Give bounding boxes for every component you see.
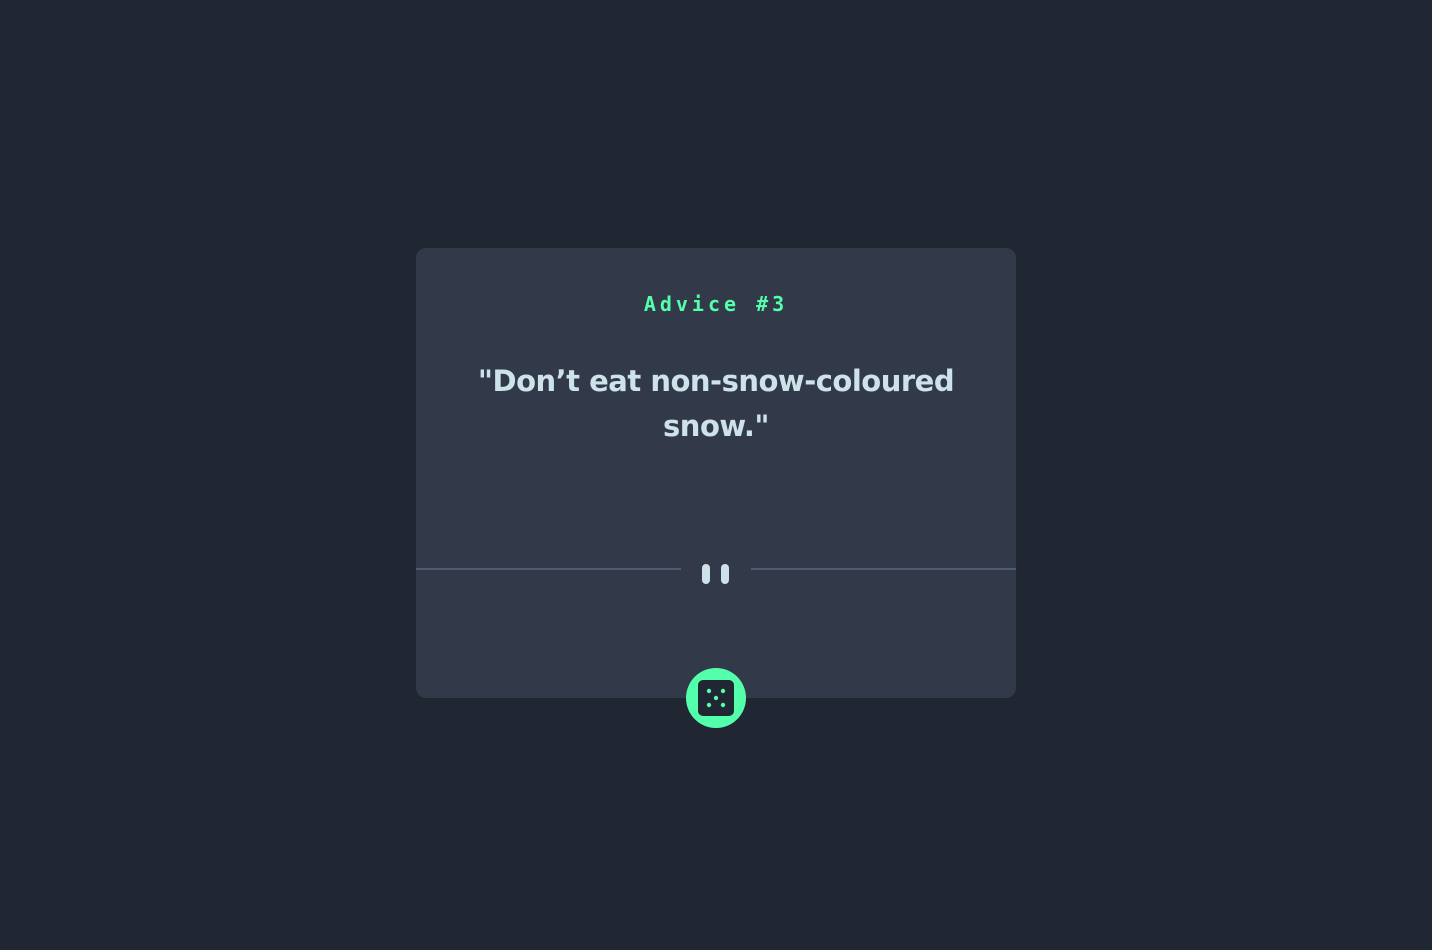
advice-quote: "Don’t eat non-snow-coloured snow." [477,364,955,443]
dice-icon [698,680,734,716]
advice-id-label: Advice #3 [643,292,789,316]
generate-advice-button[interactable] [686,668,746,728]
advice-card: Advice #3 "Don’t eat non-snow-coloured s… [416,248,1016,698]
divider [416,554,1016,584]
page: Advice #3 "Don’t eat non-snow-coloured s… [0,0,1432,950]
divider-line-right [751,568,1016,570]
pause-icon [702,558,732,584]
divider-line-left [416,568,681,570]
